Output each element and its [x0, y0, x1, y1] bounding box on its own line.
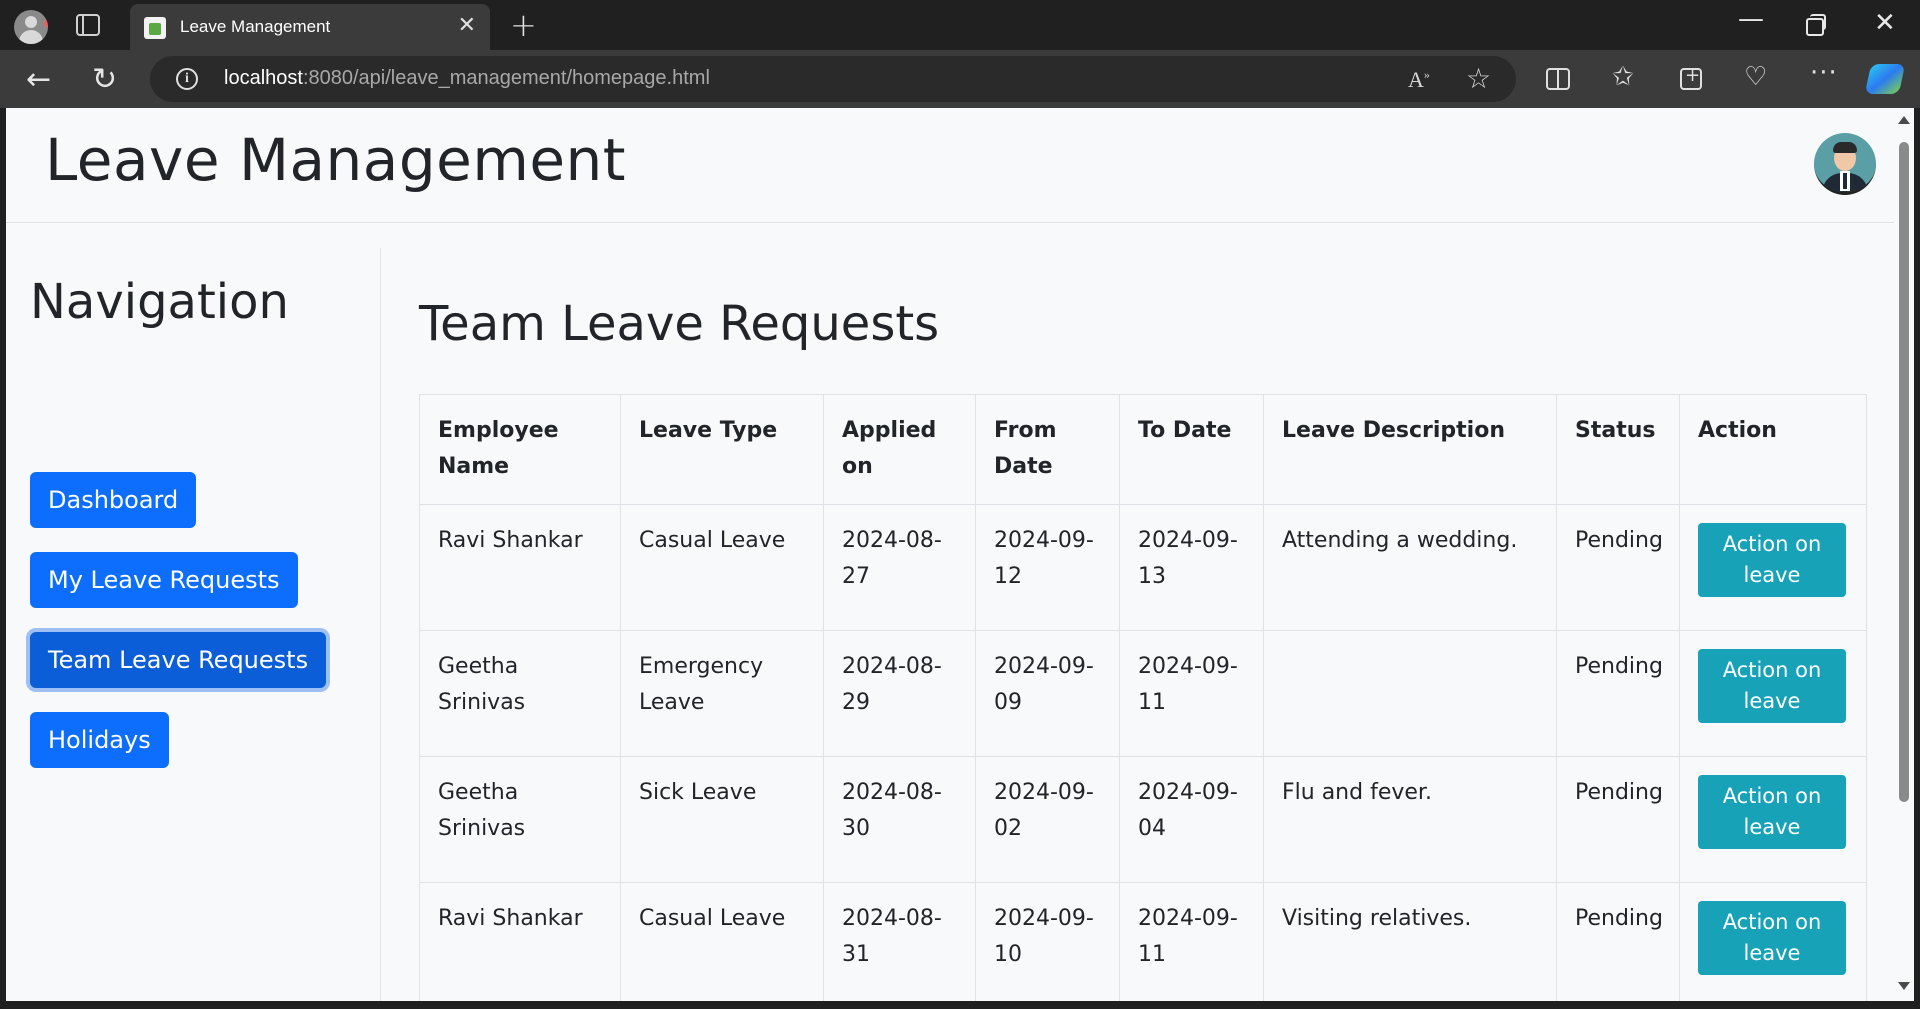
applied-on-cell: 2024-08-27 — [823, 504, 976, 631]
browser-titlebar: Leave Management ✕ + — ✕ — [0, 0, 1920, 50]
leave-type-cell: Emergency Leave — [620, 630, 824, 757]
to-date-cell: 2024-09-11 — [1119, 630, 1264, 757]
action-on-leave-button[interactable]: Action on leave — [1698, 901, 1846, 975]
favorites-icon[interactable]: ✩ — [1612, 62, 1634, 92]
to-date-cell: 2024-09-04 — [1119, 756, 1264, 883]
column-header: Leave Type — [620, 394, 824, 505]
action-cell: Action on leave — [1679, 756, 1867, 883]
description-cell: Visiting relatives. — [1263, 882, 1557, 1001]
to-date-cell: 2024-09-11 — [1119, 882, 1264, 1001]
column-header: Employee Name — [419, 394, 621, 505]
site-info-icon[interactable]: i — [176, 68, 198, 90]
scroll-down-arrow-icon[interactable] — [1898, 982, 1910, 990]
tab-close-icon[interactable]: ✕ — [458, 13, 476, 38]
sidebar: Navigation Dashboard My Leave Requests T… — [6, 248, 381, 1001]
sidebar-item-holidays[interactable]: Holidays — [30, 712, 169, 768]
from-date-cell: 2024-09-10 — [975, 882, 1120, 1001]
action-cell: Action on leave — [1679, 630, 1867, 757]
table-row: Geetha Srinivas Emergency Leave 2024-08-… — [419, 630, 1867, 757]
to-date-cell: 2024-09-13 — [1119, 504, 1264, 631]
sidebar-title: Navigation — [30, 274, 289, 330]
table-row: Ravi Shankar Casual Leave 2024-08-31 202… — [419, 882, 1867, 1001]
from-date-cell: 2024-09-09 — [975, 630, 1120, 757]
description-cell: Attending a wedding. — [1263, 504, 1557, 631]
user-avatar[interactable] — [1814, 133, 1876, 195]
action-cell: Action on leave — [1679, 882, 1867, 1001]
sidebar-item-team-leave-requests[interactable]: Team Leave Requests — [30, 632, 327, 688]
table-row: Geetha Srinivas Sick Leave 2024-08-30 20… — [419, 756, 1867, 883]
column-header: From Date — [975, 394, 1120, 505]
leave-type-cell: Sick Leave — [620, 756, 824, 883]
column-header: Applied on — [823, 394, 976, 505]
add-favorite-star-icon[interactable]: ☆ — [1466, 62, 1491, 95]
tab-title: Leave Management — [180, 17, 331, 36]
leave-type-cell: Casual Leave — [620, 504, 824, 631]
browser-tab[interactable]: Leave Management ✕ — [130, 4, 490, 50]
restore-icon[interactable] — [1806, 14, 1826, 36]
description-cell: Flu and fever. — [1263, 756, 1557, 883]
sidebar-item-dashboard[interactable]: Dashboard — [30, 472, 197, 528]
page-viewport: Leave Management Navigation Dashboard My… — [6, 108, 1894, 1001]
section-title: Team Leave Requests — [419, 296, 940, 352]
status-cell: Pending — [1556, 630, 1680, 757]
employee-name-cell: Ravi Shankar — [419, 504, 621, 631]
from-date-cell: 2024-09-12 — [975, 504, 1120, 631]
table-header-row: Employee Name Leave Type Applied on From… — [419, 394, 1867, 505]
address-bar[interactable]: i localhost:8080/api/leave_management/ho… — [150, 56, 1516, 102]
column-header: Leave Description — [1263, 394, 1557, 505]
applied-on-cell: 2024-08-30 — [823, 756, 976, 883]
employee-name-cell: Ravi Shankar — [419, 882, 621, 1001]
team-leave-table: Employee Name Leave Type Applied on From… — [419, 394, 1867, 1001]
browser-essentials-icon[interactable]: ♡ — [1744, 62, 1767, 92]
description-cell — [1263, 630, 1557, 757]
url-text[interactable]: localhost:8080/api/leave_management/home… — [224, 67, 710, 90]
favicon-icon — [144, 17, 166, 39]
read-aloud-icon[interactable]: A» — [1408, 67, 1430, 93]
browser-toolbar: ← ↻ i localhost:8080/api/leave_managemen… — [0, 50, 1920, 108]
reload-icon[interactable]: ↻ — [92, 62, 117, 97]
window-close-icon[interactable]: ✕ — [1874, 8, 1896, 38]
scrollbar-thumb[interactable] — [1899, 142, 1909, 802]
more-options-icon[interactable]: ··· — [1810, 58, 1838, 88]
page-title: Leave Management — [45, 126, 627, 194]
column-header: To Date — [1119, 394, 1264, 505]
employee-name-cell: Geetha Srinivas — [419, 756, 621, 883]
applied-on-cell: 2024-08-31 — [823, 882, 976, 1001]
status-cell: Pending — [1556, 756, 1680, 883]
status-cell: Pending — [1556, 504, 1680, 631]
action-cell: Action on leave — [1679, 504, 1867, 631]
from-date-cell: 2024-09-02 — [975, 756, 1120, 883]
column-header: Action — [1679, 394, 1867, 505]
leave-type-cell: Casual Leave — [620, 882, 824, 1001]
collections-icon[interactable] — [1680, 65, 1702, 90]
page-scrollbar[interactable] — [1894, 108, 1914, 1001]
minimize-icon[interactable]: — — [1738, 4, 1764, 34]
profile-avatar-icon[interactable] — [14, 10, 48, 44]
applied-on-cell: 2024-08-29 — [823, 630, 976, 757]
window-bottom-edge — [0, 1001, 1920, 1009]
table-row: Ravi Shankar Casual Leave 2024-08-27 202… — [419, 504, 1867, 631]
action-on-leave-button[interactable]: Action on leave — [1698, 523, 1846, 597]
copilot-icon[interactable] — [1864, 64, 1906, 94]
action-on-leave-button[interactable]: Action on leave — [1698, 649, 1846, 723]
new-tab-icon[interactable]: + — [510, 6, 537, 44]
tab-actions-icon[interactable] — [76, 14, 100, 36]
employee-name-cell: Geetha Srinivas — [419, 630, 621, 757]
split-screen-icon[interactable] — [1546, 68, 1570, 90]
back-arrow-icon[interactable]: ← — [26, 62, 51, 97]
scroll-up-arrow-icon[interactable] — [1898, 116, 1910, 124]
sidebar-item-my-leave-requests[interactable]: My Leave Requests — [30, 552, 298, 608]
column-header: Status — [1556, 394, 1680, 505]
page-header: Leave Management — [6, 108, 1894, 223]
status-cell: Pending — [1556, 882, 1680, 1001]
action-on-leave-button[interactable]: Action on leave — [1698, 775, 1846, 849]
